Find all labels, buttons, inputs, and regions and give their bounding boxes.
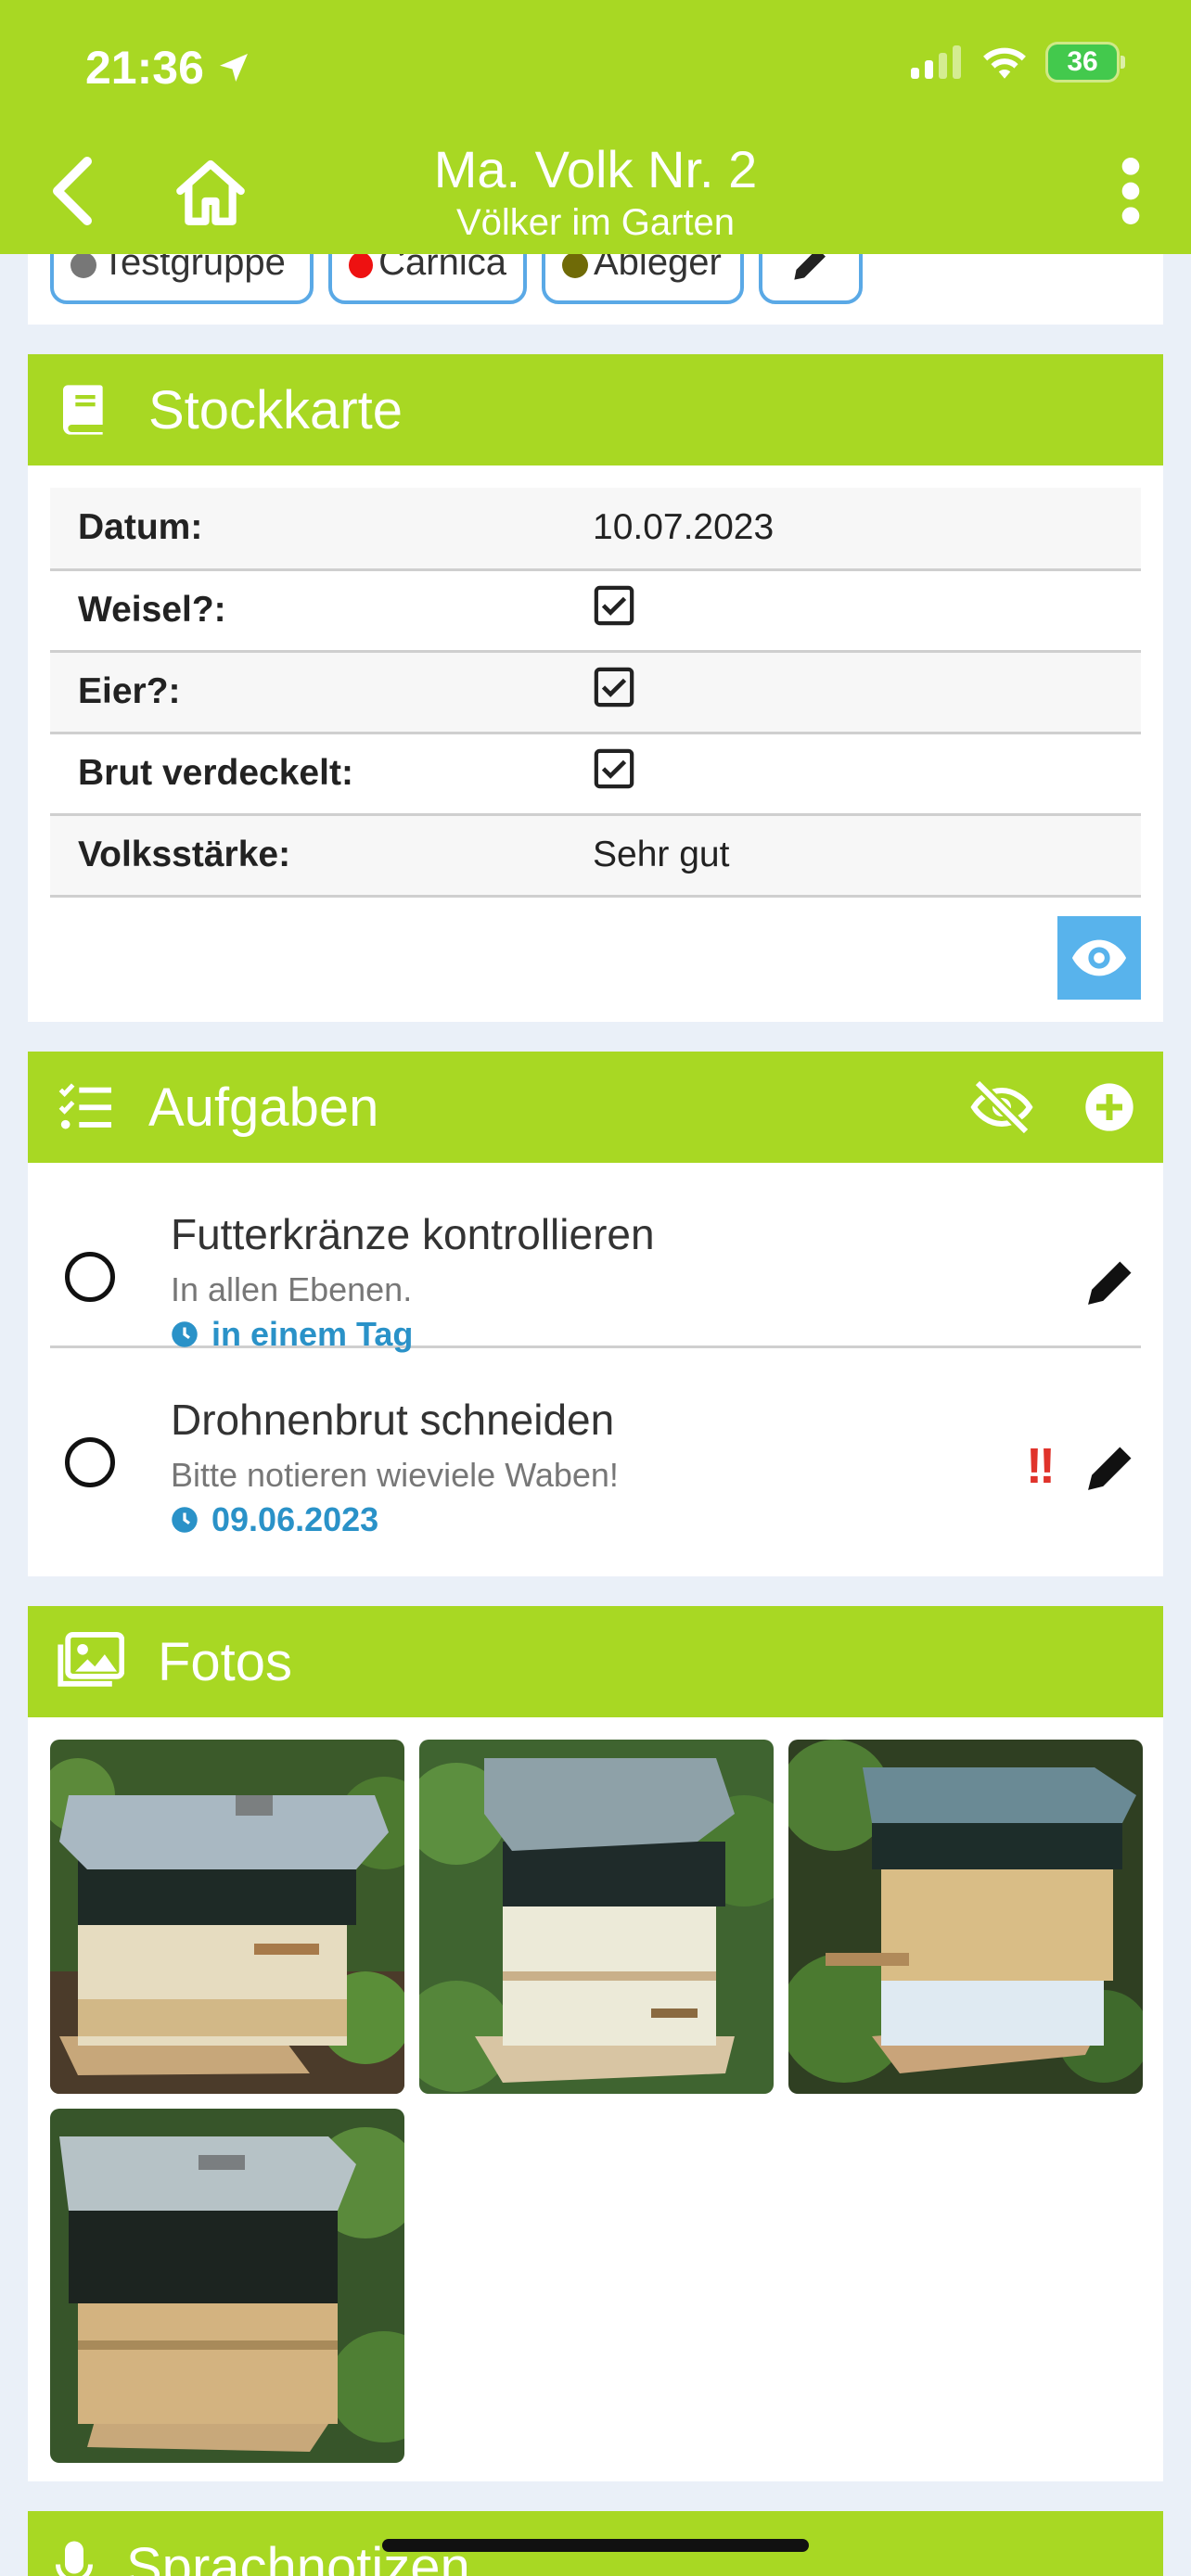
aufgaben-card: Aufgaben Futterkränze kontrollieren In a… [28, 1052, 1163, 1576]
beehive-photo[interactable] [50, 2109, 404, 2463]
eye-icon [1071, 939, 1127, 976]
add-task-icon[interactable] [1083, 1081, 1135, 1133]
task-list-icon [58, 1083, 111, 1129]
clock-icon [172, 1321, 198, 1347]
checkbox-checked-icon [594, 748, 634, 789]
clock-text: 21:36 [85, 42, 204, 94]
row-label: Datum: [50, 488, 565, 571]
row-value [565, 651, 1141, 734]
row-value [565, 733, 1141, 816]
home-indicator[interactable] [382, 2539, 809, 2552]
beehive-image [50, 2109, 404, 2463]
table-row: Volksstärke: Sehr gut [50, 814, 1141, 898]
beehive-photo[interactable] [419, 1740, 774, 2094]
stockkarte-header: Stockkarte [28, 354, 1163, 465]
tag-color-dot [70, 252, 96, 278]
row-value: Sehr gut [565, 814, 1141, 898]
photo-grid [28, 1717, 1163, 2485]
cellular-signal-icon [911, 45, 961, 79]
images-icon [58, 1632, 124, 1687]
page-subtitle: Völker im Garten [455, 202, 736, 243]
row-label: Eier?: [50, 651, 565, 734]
page-title: Ma. Volk Nr. 2 [433, 140, 758, 198]
beehive-image [50, 1740, 404, 2094]
eye-slash-icon[interactable] [970, 1079, 1033, 1135]
aufgaben-header: Aufgaben [28, 1052, 1163, 1163]
table-row: Datum: 10.07.2023 [50, 488, 1141, 571]
stockkarte-title: Stockkarte [148, 379, 403, 440]
task-item[interactable]: Futterkränze kontrollieren In allen Eben… [50, 1163, 1141, 1353]
row-label: Volksstärke: [50, 814, 565, 898]
table-row: Brut verdeckelt: [50, 733, 1141, 816]
tag-color-dot [562, 252, 588, 278]
edit-task-pencil-icon[interactable] [1085, 1256, 1137, 1307]
task-title: Drohnenbrut schneiden [171, 1396, 615, 1444]
edit-task-pencil-icon[interactable] [1085, 1441, 1137, 1493]
row-label: Weisel?: [50, 569, 565, 653]
top-app-bar: 21:36 36 Ma. Volk Nr. 2 Völker im Garten [0, 0, 1191, 254]
beehive-photo[interactable] [788, 1740, 1143, 2094]
status-time: 21:36 [85, 41, 250, 95]
book-icon [63, 385, 103, 435]
battery-icon: 36 [1048, 45, 1125, 80]
wifi-icon [983, 47, 1026, 79]
row-value [565, 569, 1141, 653]
fotos-header: Fotos [28, 1606, 1163, 1717]
checkbox-checked-icon [594, 667, 634, 708]
task-description: In allen Ebenen. [171, 1270, 413, 1308]
beehive-photo[interactable] [50, 1740, 404, 2094]
task-title: Futterkränze kontrollieren [171, 1210, 655, 1258]
task-due-text: 09.06.2023 [211, 1500, 379, 1538]
table-row: Eier?: [50, 651, 1141, 734]
battery-level: 36 [1067, 46, 1098, 77]
beehive-image [419, 1740, 774, 2094]
more-vertical-icon[interactable] [1108, 154, 1154, 228]
tag-color-dot [349, 252, 374, 278]
show-details-button[interactable] [1057, 916, 1141, 1000]
location-arrow-icon [219, 54, 248, 82]
checkbox-checked-icon [594, 585, 634, 626]
task-item[interactable]: Drohnenbrut schneiden Bitte notieren wie… [50, 1348, 1141, 1538]
fotos-title: Fotos [158, 1631, 293, 1692]
table-row: Weisel?: [50, 569, 1141, 653]
task-description: Bitte notieren wieviele Waben! [171, 1456, 619, 1494]
status-icons: 36 [911, 45, 1125, 80]
row-label: Brut verdeckelt: [50, 733, 565, 816]
stockkarte-table: Datum: 10.07.2023 Weisel?: Eier?: Brut v… [50, 488, 1141, 898]
row-value: 10.07.2023 [565, 488, 1141, 571]
task-complete-radio[interactable] [65, 1437, 115, 1487]
task-due: 09.06.2023 [171, 1500, 378, 1539]
fotos-card: Fotos [28, 1606, 1163, 2481]
stockkarte-card: Stockkarte Datum: 10.07.2023 Weisel?: Ei… [28, 354, 1163, 1022]
aufgaben-title: Aufgaben [148, 1077, 379, 1138]
priority-indicator: !! [1026, 1438, 1056, 1494]
task-complete-radio[interactable] [65, 1252, 115, 1302]
beehive-image [788, 1740, 1143, 2094]
microphone-icon [56, 2541, 93, 2576]
clock-icon [172, 1507, 198, 1533]
